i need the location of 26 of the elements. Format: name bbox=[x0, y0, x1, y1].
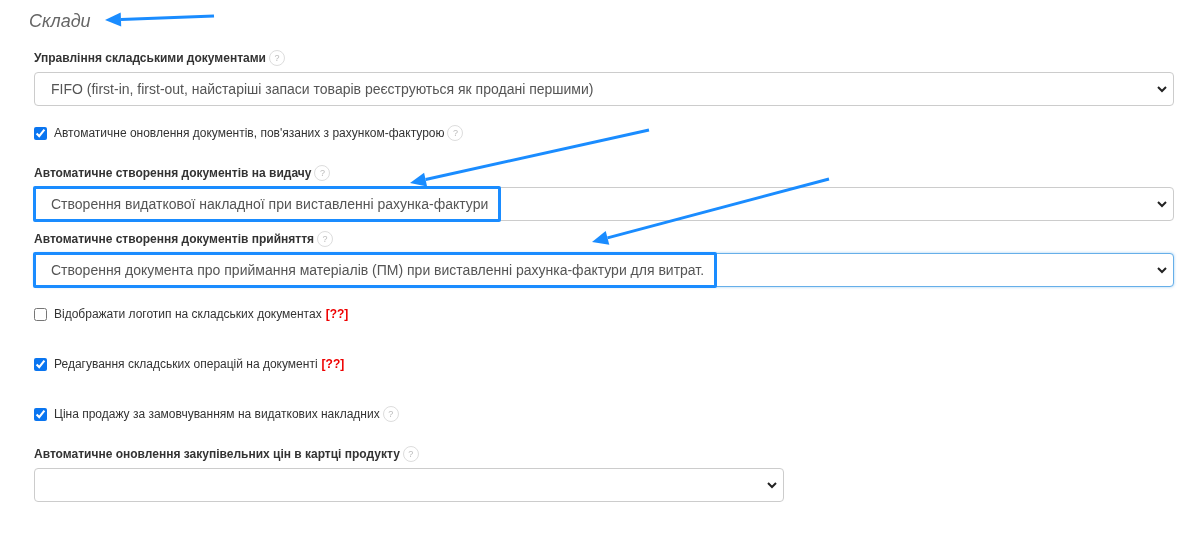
setting-label: Автоматичне створення документів на видачу bbox=[34, 166, 312, 180]
checkbox-label: Автоматичне оновлення документів, пов'язаних з рахунком-фактурою bbox=[54, 126, 445, 140]
checkbox[interactable] bbox=[34, 126, 47, 140]
checkbox-label: Ціна продажу за замовчуванням на видаткових накладних bbox=[54, 407, 380, 421]
checkbox[interactable] bbox=[34, 407, 47, 421]
missing-translation-marker: [??] bbox=[325, 307, 349, 321]
chevron-icon bbox=[1157, 266, 1167, 274]
checkbox[interactable] bbox=[34, 307, 47, 321]
chevron-icon bbox=[1157, 200, 1167, 208]
checkbox-label: Редагування складських операцій на документі bbox=[54, 357, 318, 371]
select-value: FIFO (first-in, first-out, найстаріші запаси товарів реєструються як продані першими) bbox=[51, 81, 594, 97]
setting-label: Управління складськими документами bbox=[34, 51, 266, 65]
select-field[interactable]: Створення документа про приймання матеріалів (ПМ) при виставленні рахунка-фактури для витрат. bbox=[34, 253, 1174, 287]
select-field[interactable]: Створення видаткової накладної при виставленні рахунка-фактури bbox=[34, 187, 1174, 221]
select-value: Створення видаткової накладної при виставленні рахунка-фактури bbox=[51, 196, 489, 212]
setting-label: Автоматичне створення документів прийняття bbox=[34, 232, 315, 246]
select-value: Створення документа про приймання матеріалів (ПМ) при виставленні рахунка-фактури для витрат. bbox=[51, 262, 705, 278]
checkbox-label: Відображати логотип на складських документах bbox=[54, 307, 322, 321]
checkbox[interactable] bbox=[34, 357, 47, 371]
select-field[interactable]: FIFO (first-in, first-out, найстаріші запаси товарів реєструються як продані першими) bbox=[34, 72, 1174, 106]
setting-label: Автоматичне оновлення закупівельних цін в картці продукту bbox=[34, 447, 400, 461]
select-field[interactable] bbox=[34, 468, 784, 502]
chevron-icon bbox=[767, 481, 777, 489]
missing-translation-marker: [??] bbox=[321, 357, 345, 371]
page-title: Склади bbox=[29, 10, 91, 32]
chevron-icon bbox=[1157, 85, 1167, 93]
